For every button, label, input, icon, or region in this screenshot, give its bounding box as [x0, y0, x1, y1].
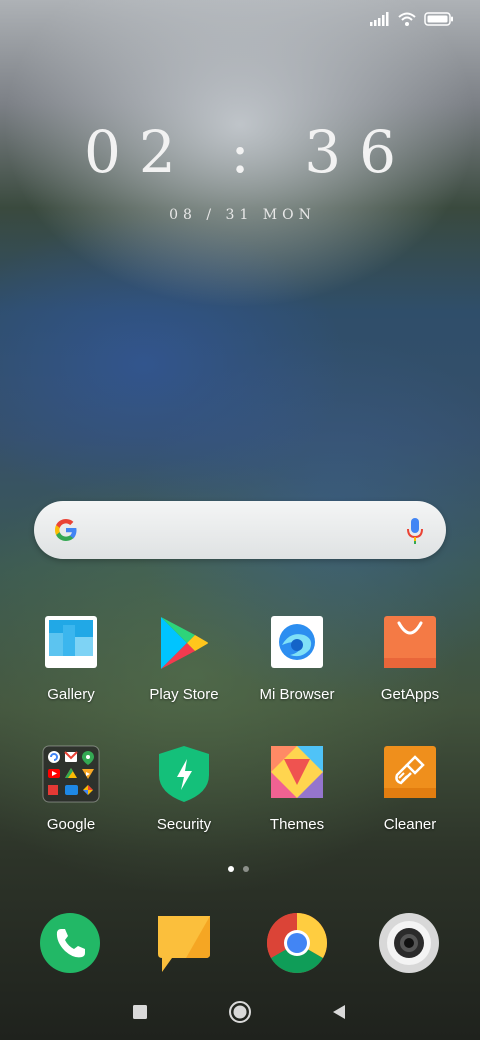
battery-icon — [424, 12, 453, 26]
recents-button[interactable] — [131, 1003, 149, 1021]
app-label: Mi Browser — [259, 686, 335, 703]
app-label: GetApps — [380, 686, 440, 703]
play-store-icon — [157, 615, 211, 669]
mi-browser-icon — [270, 615, 324, 669]
status-bar — [370, 12, 454, 26]
app-mi-browser[interactable]: Mi Browser — [242, 615, 352, 703]
page-indicator — [228, 866, 249, 872]
app-cleaner[interactable]: Cleaner — [355, 745, 465, 833]
cleaner-icon — [383, 745, 437, 799]
microphone-icon[interactable] — [406, 517, 424, 545]
navigation-bar — [0, 998, 480, 1026]
google-folder-icon — [42, 745, 100, 803]
security-icon — [157, 745, 211, 803]
page-dot — [243, 866, 249, 872]
clock-date[interactable]: 08 / 31 MON — [0, 207, 480, 223]
app-label: Themes — [269, 816, 325, 833]
clock-time[interactable]: 02 : 36 — [0, 118, 480, 186]
app-label: Play Store — [149, 686, 219, 703]
getapps-icon — [383, 615, 437, 669]
app-label: Cleaner — [383, 816, 437, 833]
app-play-store[interactable]: Play Store — [129, 615, 239, 703]
google-search-bar[interactable] — [34, 501, 446, 559]
back-button[interactable] — [330, 1003, 348, 1021]
wifi-icon — [398, 12, 416, 26]
app-themes[interactable]: Themes — [242, 745, 352, 833]
app-google-folder[interactable]: Google — [16, 745, 126, 833]
messages-icon[interactable] — [154, 912, 216, 974]
page-dot-active — [228, 866, 234, 872]
google-g-icon — [55, 519, 77, 541]
signal-icon — [370, 12, 389, 26]
app-security[interactable]: Security — [129, 745, 239, 833]
camera-icon[interactable] — [378, 912, 440, 974]
home-button[interactable] — [228, 1000, 252, 1024]
app-gallery[interactable]: Gallery — [16, 615, 126, 703]
app-getapps[interactable]: GetApps — [355, 615, 465, 703]
app-label: Google — [46, 816, 96, 833]
themes-icon — [270, 745, 324, 799]
gallery-icon — [44, 615, 98, 669]
app-label: Security — [156, 816, 212, 833]
app-label: Gallery — [47, 686, 95, 703]
chrome-icon[interactable] — [266, 912, 328, 974]
phone-icon[interactable] — [39, 912, 101, 974]
